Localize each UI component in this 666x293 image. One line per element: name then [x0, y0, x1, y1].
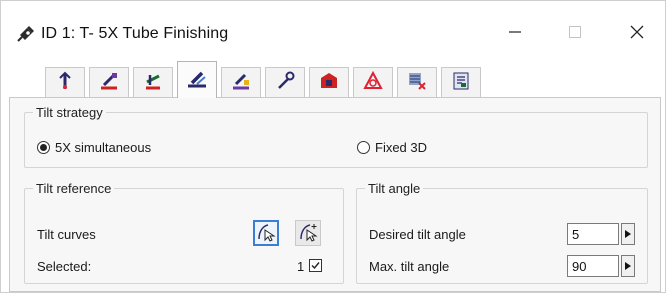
- roughing-icon: [406, 70, 428, 95]
- close-button[interactable]: [615, 15, 659, 51]
- radio-fixed-3d[interactable]: Fixed 3D: [357, 140, 427, 155]
- tab-axis-motion[interactable]: [133, 67, 173, 97]
- maximize-button[interactable]: [553, 15, 597, 51]
- radio-fixed-3d-label: Fixed 3D: [375, 140, 428, 155]
- select-tilt-curves-button[interactable]: [253, 220, 279, 246]
- part-setup-icon: [318, 70, 340, 95]
- tilt-tool-icon: [185, 68, 209, 93]
- tool-path-icon: [98, 70, 120, 95]
- add-tilt-curves-button[interactable]: [295, 220, 321, 246]
- max-tilt-angle-arrow-button[interactable]: [621, 255, 635, 277]
- radio-5x-simultaneous-label: 5X simultaneous: [55, 140, 152, 155]
- tilt-strategy-title: Tilt strategy: [33, 105, 106, 120]
- tab-roughing[interactable]: [397, 67, 437, 97]
- tilt-angle-title: Tilt angle: [365, 181, 424, 196]
- selected-count: 1: [297, 259, 305, 274]
- axis-motion-icon: [142, 70, 164, 95]
- wrench-icon: [274, 70, 296, 95]
- dialog-window: ID 1: T- 5X Tube Finishing Tilt strategy…: [0, 0, 666, 293]
- max-tilt-angle-label: Max. tilt angle: [369, 259, 450, 274]
- tilt-reference-group: Tilt reference Tilt curves Selected: 1: [24, 181, 344, 284]
- tilt-settings-panel: Tilt strategy 5X simultaneous Fixed 3D T…: [9, 97, 661, 292]
- link-motion-icon: [230, 70, 252, 95]
- tab-wrench[interactable]: [265, 67, 305, 97]
- curve-add-icon: [298, 222, 318, 245]
- tab-tilt-tool[interactable]: [177, 61, 217, 98]
- title-bar: ID 1: T- 5X Tube Finishing: [1, 1, 665, 59]
- window-title: ID 1: T- 5X Tube Finishing: [41, 25, 229, 42]
- checkmark-icon: [311, 262, 320, 270]
- selected-label: Selected:: [37, 259, 92, 274]
- radio-unselected-indicator: [357, 141, 370, 154]
- tilt-reference-title: Tilt reference: [33, 181, 115, 196]
- pin-icon: [17, 26, 35, 42]
- maximize-icon: [568, 25, 582, 42]
- curve-select-icon: [256, 222, 276, 245]
- tab-tool-tip[interactable]: [45, 67, 85, 97]
- tilt-curves-label: Tilt curves: [37, 227, 96, 242]
- desired-tilt-angle-input[interactable]: [567, 223, 619, 245]
- collision-icon: [362, 70, 384, 95]
- tab-tool-path[interactable]: [89, 67, 129, 97]
- radio-5x-simultaneous[interactable]: 5X simultaneous: [37, 140, 151, 155]
- minimize-icon: [508, 25, 522, 42]
- max-tilt-angle-input[interactable]: [567, 255, 619, 277]
- tab-report[interactable]: [441, 67, 481, 97]
- selected-checkbox[interactable]: [309, 259, 322, 272]
- minimize-button[interactable]: [493, 15, 537, 51]
- tab-link-motion[interactable]: [221, 67, 261, 97]
- tilt-angle-group: Tilt angle Desired tilt angle Max. tilt …: [356, 181, 648, 284]
- triangle-right-icon: [625, 262, 631, 270]
- desired-tilt-angle-arrow-button[interactable]: [621, 223, 635, 245]
- radio-selected-indicator: [37, 141, 50, 154]
- tab-part-setup[interactable]: [309, 67, 349, 97]
- triangle-right-icon: [625, 230, 631, 238]
- report-icon: [450, 70, 472, 95]
- desired-tilt-angle-label: Desired tilt angle: [369, 227, 466, 242]
- tab-collision[interactable]: [353, 67, 393, 97]
- tilt-strategy-group: Tilt strategy 5X simultaneous Fixed 3D: [24, 105, 648, 168]
- tab-strip: [1, 61, 665, 98]
- close-icon: [629, 24, 645, 43]
- tool-tip-icon: [54, 70, 76, 95]
